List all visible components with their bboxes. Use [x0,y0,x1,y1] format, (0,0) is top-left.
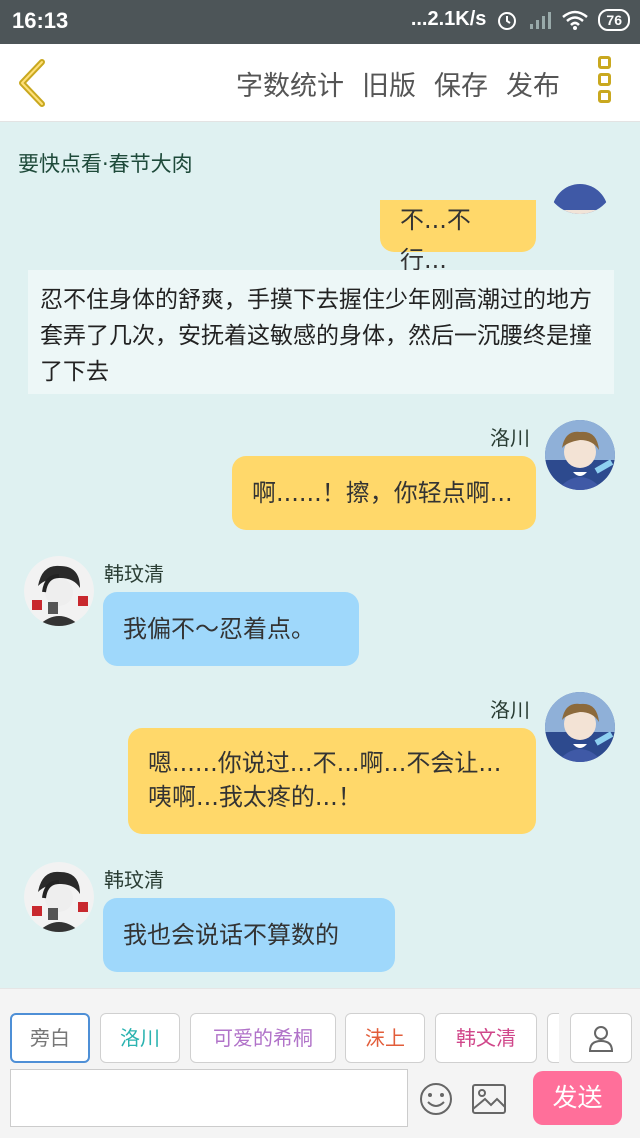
message-text: 啊......！擦，你轻点啊... [252,479,513,507]
avatar-hanwenqing [24,556,94,626]
chip-label: 韩文清 [456,1026,516,1050]
chip-label: 可爱的希桐 [213,1026,313,1050]
avatar-hanwenqing [24,862,94,932]
send-button[interactable]: 发送 [533,1071,622,1125]
narration-block: 忍不住身体的舒爽，手摸下去握住少年刚高潮过的地方套弄了几次，安抚着这敏感的身体，… [28,270,614,394]
network-speed: ...2.1K/s [410,8,487,30]
back-button[interactable] [10,56,60,110]
character-chip-narrator[interactable]: 旁白 [10,1013,90,1063]
message-bubble: 不...不行... [380,200,536,274]
toolbar-actions: 字数统计 旧版 保存 发布 [236,64,560,103]
message-bubble: 我也会说话不算数的 [103,898,395,972]
image-icon[interactable] [471,1083,507,1115]
character-chip-xitong[interactable]: 可爱的希桐 [190,1013,336,1063]
signal-icon [530,11,552,29]
message-text: 不...不行... [400,206,471,274]
battery-indicator: 76 [598,8,630,31]
message-input[interactable] [10,1069,408,1127]
message-bubble: 啊......！擦，你轻点啊... [232,456,536,530]
status-icons: ...2.1K/s 76 [411,8,630,31]
word-count-button[interactable]: 字数统计 [236,64,344,103]
avatar-luochuan [545,692,615,762]
speaker-name: 洛川 [490,426,530,450]
story-title: 要快点看·春节大肉 [18,152,193,176]
publish-button[interactable]: 发布 [506,64,560,103]
wifi-icon [562,10,589,30]
avatar-luochuan [545,420,615,490]
add-character-button[interactable] [570,1013,632,1063]
speaker-name: 韩玟清 [104,562,164,586]
speaker-name: 洛川 [490,698,530,722]
character-chip-luochuan[interactable]: 洛川 [100,1013,180,1063]
message-text-line: 咦啊...我太疼的...！ [148,783,362,811]
message-text-line: 嗯......你说过...不...啊...不会让... [148,749,502,777]
composer-panel: 旁白 洛川 可爱的希桐 沫上 韩文清 发送 [0,988,640,1138]
message-bubble: 嗯......你说过...不...啊...不会让... 咦啊...我太疼的...… [128,728,536,834]
character-chip-more[interactable] [547,1013,559,1063]
character-chip-moshang[interactable]: 沫上 [345,1013,425,1063]
back-arrow-icon [19,59,45,107]
status-time: 16:13 [12,8,69,33]
save-button[interactable]: 保存 [434,64,488,103]
message-bubble: 我偏不～忍着点。 [103,592,359,666]
user-icon [588,1026,614,1052]
chip-label: 洛川 [120,1026,160,1050]
alarm-icon [498,11,517,30]
menu-button[interactable] [592,56,616,110]
app-bar: 字数统计 旧版 保存 发布 [0,44,640,122]
character-chip-hanwenqing[interactable]: 韩文清 [435,1013,537,1063]
narration-text: 忍不住身体的舒爽，手摸下去握住少年刚高潮过的地方套弄了几次，安抚着这敏感的身体，… [40,287,592,385]
message-text: 我也会说话不算数的 [123,921,339,949]
chip-label: 旁白 [30,1026,70,1050]
message-text: 我偏不～忍着点。 [123,615,315,643]
chat-area[interactable]: 要快点看·春节大肉 不...不行... 忍不住身体的舒爽，手摸下去握住少年刚高潮… [0,122,640,988]
emoji-icon[interactable] [418,1081,454,1117]
old-version-button[interactable]: 旧版 [362,64,416,103]
avatar-luochuan [545,152,615,214]
status-bar: 16:13 ...2.1K/s 76 [0,0,640,44]
chip-label: 沫上 [365,1026,405,1050]
speaker-name: 韩玟清 [104,868,164,892]
menu-icon [592,56,616,103]
